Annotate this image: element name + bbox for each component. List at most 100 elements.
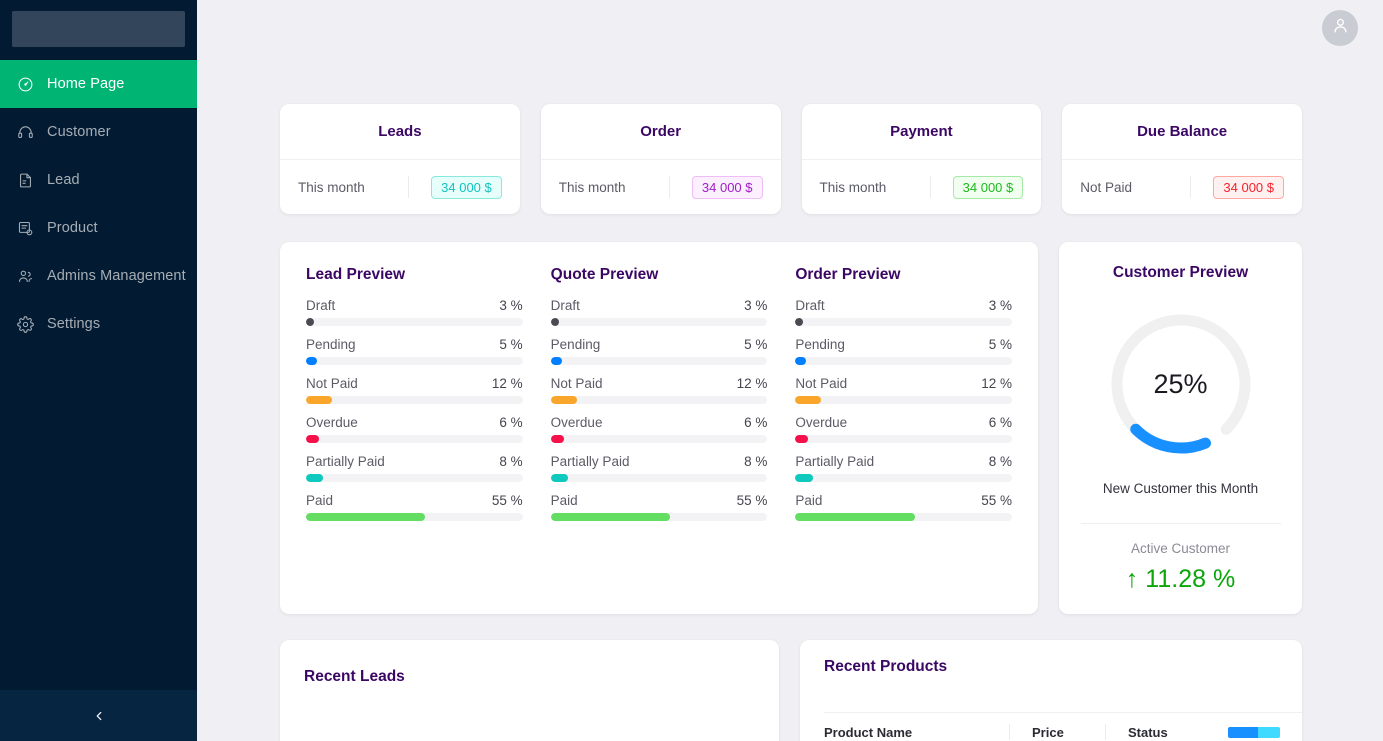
progress-row: Pending 5 % xyxy=(306,337,523,365)
sidebar-item-admins-management[interactable]: Admins Management xyxy=(0,252,197,300)
progress-label: Paid xyxy=(550,493,578,508)
dashboard-icon xyxy=(16,75,34,93)
sidebar-item-label: Settings xyxy=(47,316,101,332)
progress-track xyxy=(306,435,523,443)
progress-value: 6 % xyxy=(744,415,768,430)
previews-card: Lead Preview Draft 3 % Pending 5 % Not Paid 12… xyxy=(280,242,1038,614)
recent-leads-card: Recent Leads xyxy=(280,640,779,741)
sidebar-item-settings[interactable]: Settings xyxy=(0,300,197,348)
progress-row: Not Paid 12 % xyxy=(550,376,768,404)
divider xyxy=(1190,176,1192,198)
gauge-caption: New Customer this Month xyxy=(1102,481,1259,496)
progress-value: 6 % xyxy=(988,415,1013,430)
progress-row: Paid 55 % xyxy=(306,493,523,521)
progress-fill xyxy=(306,513,426,521)
stats-row: Leads This month 34 000 $ Order This month 34… xyxy=(280,104,1302,214)
progress-value: 8 % xyxy=(988,454,1013,469)
progress-row: Partially Paid 8 % xyxy=(795,454,1013,482)
stat-card-leads[interactable]: Leads This month 34 000 $ xyxy=(280,104,520,214)
progress-value: 6 % xyxy=(499,415,523,430)
progress-head: Pending 5 % xyxy=(795,337,1012,352)
sidebar-item-product[interactable]: Product xyxy=(0,204,197,252)
progress-track xyxy=(550,357,768,365)
active-customer-label: Active Customer xyxy=(1130,541,1231,556)
progress-fill xyxy=(550,318,559,326)
stat-card-label: This month xyxy=(298,179,365,195)
headset-icon xyxy=(16,123,34,141)
customer-preview-title: Customer Preview xyxy=(1112,264,1249,281)
main-area: Leads This month 34 000 $ Order This month 34… xyxy=(197,0,1383,741)
sidebar-item-home-page[interactable]: Home Page xyxy=(0,60,197,108)
sidebar-item-customer[interactable]: Customer xyxy=(0,108,197,156)
progress-head: Not Paid 12 % xyxy=(306,376,523,391)
progress-fill xyxy=(306,318,314,326)
progress-fill xyxy=(550,474,568,482)
stat-card-value-badge: 34 000 $ xyxy=(691,175,763,199)
progress-label: Pending xyxy=(795,337,845,352)
progress-label: Overdue xyxy=(795,415,848,430)
sidebar-logo-area xyxy=(0,0,197,60)
stat-card-label: This month xyxy=(819,179,887,195)
progress-track xyxy=(795,513,1013,521)
sidebar-item-lead[interactable]: Lead xyxy=(0,156,197,204)
progress-row: Overdue 6 % xyxy=(795,415,1013,443)
divider xyxy=(668,176,670,198)
dashboard-content: Leads This month 34 000 $ Order This month 34… xyxy=(197,56,1383,741)
progress-row: Overdue 6 % xyxy=(306,415,523,443)
progress-fill xyxy=(550,435,564,443)
customer-preview-card: Customer Preview 25% New Customer this M… xyxy=(1059,242,1302,614)
progress-track xyxy=(306,318,523,326)
stat-card-label: Not Paid xyxy=(1080,179,1133,195)
sidebar-item-label: Home Page xyxy=(47,76,125,92)
progress-fill xyxy=(306,474,324,482)
progress-value: 8 % xyxy=(744,454,768,469)
bottom-row: Recent Leads Recent Products Product Nam… xyxy=(280,640,1302,741)
topbar xyxy=(197,0,1383,56)
progress-label: Pending xyxy=(306,337,356,352)
progress-value: 55 % xyxy=(491,493,523,508)
stat-card-due-balance[interactable]: Due Balance Not Paid 34 000 $ xyxy=(1062,104,1302,214)
stat-card-title: Order xyxy=(540,104,781,160)
avatar[interactable] xyxy=(1322,10,1358,46)
progress-head: Not Paid 12 % xyxy=(551,376,768,391)
stat-card-value-badge: 34 000 $ xyxy=(952,175,1024,199)
progress-value: 5 % xyxy=(499,337,523,352)
progress-label: Overdue xyxy=(550,415,603,430)
progress-track xyxy=(795,318,1013,326)
sidebar-collapse-button[interactable] xyxy=(0,690,197,741)
progress-track xyxy=(306,513,523,521)
stat-card-body: Not Paid 34 000 $ xyxy=(1062,160,1302,214)
status-badge xyxy=(1228,726,1280,738)
progress-track xyxy=(306,357,523,365)
user-avatar-icon xyxy=(1331,16,1350,40)
progress-row: Draft 3 % xyxy=(550,298,768,326)
progress-row: Partially Paid 8 % xyxy=(550,454,768,482)
progress-row: Draft 3 % xyxy=(306,298,523,326)
sidebar-item-label: Lead xyxy=(47,172,80,188)
progress-fill xyxy=(795,435,809,443)
divider xyxy=(929,176,931,198)
progress-value: 3 % xyxy=(988,298,1013,313)
active-customer-value: ↑ 11.28 % xyxy=(1126,565,1235,594)
progress-label: Paid xyxy=(795,493,823,508)
progress-head: Overdue 6 % xyxy=(306,415,523,430)
progress-value: 12 % xyxy=(736,376,768,391)
progress-fill xyxy=(306,357,317,365)
customer-gauge: 25% xyxy=(1105,308,1257,460)
progress-label: Draft xyxy=(550,298,580,313)
sidebar-item-label: Customer xyxy=(47,124,111,140)
progress-track xyxy=(795,435,1013,443)
progress-label: Draft xyxy=(306,298,336,313)
progress-value: 3 % xyxy=(499,298,523,313)
stat-card-title: Leads xyxy=(280,104,520,160)
chevron-left-icon xyxy=(92,709,106,723)
progress-track xyxy=(550,513,768,521)
recent-products-title: Recent Products xyxy=(824,658,948,675)
stat-card-payment[interactable]: Payment This month 34 000 $ xyxy=(801,104,1042,214)
preview-title: Quote Preview xyxy=(550,266,659,283)
progress-fill xyxy=(795,357,807,365)
progress-label: Pending xyxy=(550,337,601,352)
progress-head: Paid 55 % xyxy=(551,493,768,508)
stat-card-order[interactable]: Order This month 34 000 $ xyxy=(540,104,781,214)
column-header-status: Status xyxy=(1128,724,1168,740)
